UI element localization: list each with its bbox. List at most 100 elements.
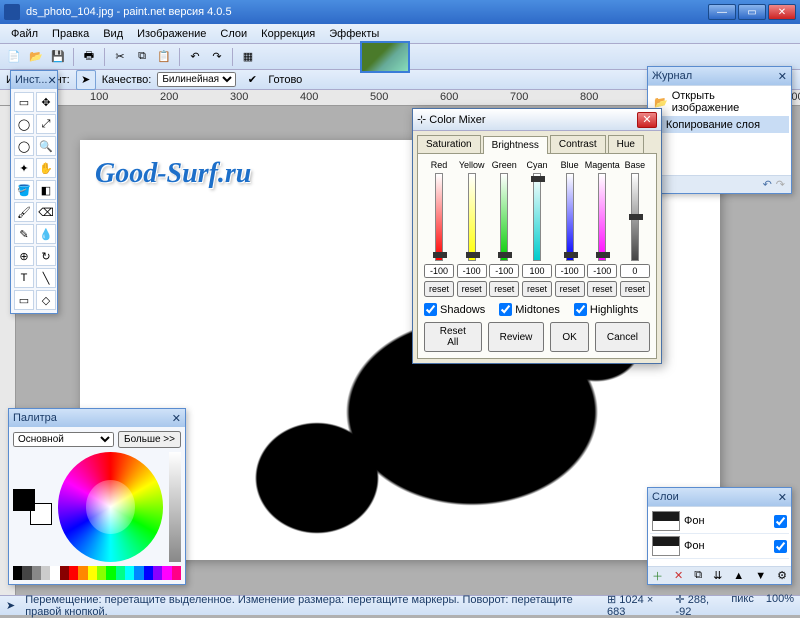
palette-panel-header[interactable]: Палитра✕ bbox=[9, 409, 185, 427]
tools-panel-header[interactable]: Инст...✕ bbox=[11, 71, 57, 89]
color-swatch[interactable] bbox=[13, 489, 52, 525]
redo-icon[interactable]: ↷ bbox=[776, 178, 785, 191]
tool-zoom[interactable]: 🔍 bbox=[36, 136, 56, 156]
slider-handle[interactable] bbox=[564, 252, 578, 258]
slider-handle[interactable] bbox=[466, 252, 480, 258]
tool-lasso[interactable]: ◯ bbox=[14, 114, 34, 134]
cut-icon[interactable]: ✂ bbox=[110, 47, 130, 67]
shadows-checkbox[interactable]: Shadows bbox=[424, 303, 485, 316]
slider-reset-button[interactable]: reset bbox=[555, 281, 585, 297]
value-slider[interactable] bbox=[169, 452, 181, 562]
strip-swatch[interactable] bbox=[106, 566, 115, 580]
active-tool-icon[interactable]: ➤ bbox=[76, 70, 96, 90]
slider-value-input[interactable] bbox=[555, 264, 585, 278]
strip-swatch[interactable] bbox=[88, 566, 97, 580]
tool-eraser[interactable]: ⌫ bbox=[36, 202, 56, 222]
tool-text[interactable]: T bbox=[14, 268, 34, 288]
slider-value-input[interactable] bbox=[457, 264, 487, 278]
tool-line[interactable]: ╲ bbox=[36, 268, 56, 288]
slider-value-input[interactable] bbox=[489, 264, 519, 278]
tool-fill[interactable]: 🪣 bbox=[14, 180, 34, 200]
tool-pencil[interactable]: ✎ bbox=[14, 224, 34, 244]
tool-ellipse-sel[interactable]: ◯ bbox=[14, 136, 34, 156]
slider-reset-button[interactable]: reset bbox=[457, 281, 487, 297]
tab-contrast[interactable]: Contrast bbox=[550, 135, 606, 153]
strip-swatch[interactable] bbox=[60, 566, 69, 580]
add-layer-icon[interactable]: ＋ bbox=[652, 568, 663, 584]
quality-select[interactable]: Билинейная bbox=[157, 72, 236, 87]
color-wheel[interactable] bbox=[58, 452, 164, 562]
document-thumbnail[interactable] bbox=[360, 41, 410, 73]
strip-swatch[interactable] bbox=[78, 566, 87, 580]
strip-swatch[interactable] bbox=[125, 566, 134, 580]
strip-swatch[interactable] bbox=[162, 566, 171, 580]
merge-layer-icon[interactable]: ⇊ bbox=[713, 569, 722, 582]
strip-swatch[interactable] bbox=[13, 566, 22, 580]
move-up-icon[interactable]: ▲ bbox=[733, 570, 744, 582]
tool-brush[interactable]: 🖌 bbox=[14, 202, 34, 222]
review-button[interactable]: Review bbox=[488, 322, 545, 352]
slider-track[interactable] bbox=[500, 173, 508, 261]
tab-brightness[interactable]: Brightness bbox=[483, 136, 548, 154]
undo-icon[interactable]: ↶ bbox=[185, 47, 205, 67]
maximize-button[interactable]: ▭ bbox=[738, 4, 766, 20]
slider-value-input[interactable] bbox=[620, 264, 650, 278]
close-icon[interactable]: ✕ bbox=[172, 412, 181, 425]
tool-select-rect[interactable]: ▭ bbox=[14, 92, 34, 112]
menu-effects[interactable]: Эффекты bbox=[322, 26, 386, 42]
midtones-checkbox[interactable]: Midtones bbox=[499, 303, 560, 316]
finish-icon[interactable]: ✔ bbox=[242, 70, 262, 90]
foreground-color[interactable] bbox=[13, 489, 35, 511]
grid-icon[interactable]: ▦ bbox=[238, 47, 258, 67]
open-icon[interactable]: 📂 bbox=[26, 47, 46, 67]
color-mixer-dialog[interactable]: ⊹ Color Mixer ✕ Saturation Brightness Co… bbox=[412, 108, 662, 364]
layers-panel-header[interactable]: Слои✕ bbox=[648, 488, 791, 506]
slider-reset-button[interactable]: reset bbox=[620, 281, 650, 297]
slider-reset-button[interactable]: reset bbox=[587, 281, 617, 297]
slider-handle[interactable] bbox=[596, 252, 610, 258]
move-down-icon[interactable]: ▼ bbox=[755, 570, 766, 582]
copy-icon[interactable]: ⧉ bbox=[132, 47, 152, 67]
strip-swatch[interactable] bbox=[153, 566, 162, 580]
strip-swatch[interactable] bbox=[172, 566, 181, 580]
tab-saturation[interactable]: Saturation bbox=[417, 135, 481, 153]
slider-handle[interactable] bbox=[629, 214, 643, 220]
layer-visible-checkbox[interactable] bbox=[774, 540, 787, 553]
tools-panel[interactable]: Инст...✕ ▭ ✥ ◯ ⤢ ◯ 🔍 ✦ ✋ 🪣 ◧ 🖌 ⌫ ✎ 💧 ⊕ ↻… bbox=[10, 70, 58, 314]
delete-layer-icon[interactable]: ✕ bbox=[674, 569, 683, 582]
strip-swatch[interactable] bbox=[116, 566, 125, 580]
tool-clone[interactable]: ⊕ bbox=[14, 246, 34, 266]
slider-value-input[interactable] bbox=[522, 264, 552, 278]
strip-swatch[interactable] bbox=[144, 566, 153, 580]
slider-reset-button[interactable]: reset bbox=[424, 281, 454, 297]
tool-pan[interactable]: ✋ bbox=[36, 158, 56, 178]
slider-value-input[interactable] bbox=[424, 264, 454, 278]
more-button[interactable]: Больше >> bbox=[118, 431, 181, 448]
color-strip[interactable] bbox=[13, 566, 181, 580]
color-mode-select[interactable]: Основной bbox=[13, 432, 114, 447]
new-icon[interactable]: 📄 bbox=[4, 47, 24, 67]
close-icon[interactable]: ✕ bbox=[778, 491, 787, 504]
menu-image[interactable]: Изображение bbox=[130, 26, 213, 42]
duplicate-layer-icon[interactable]: ⧉ bbox=[694, 569, 702, 582]
dialog-close-button[interactable]: ✕ bbox=[637, 112, 657, 128]
history-item[interactable]: ⧉Копирование слоя bbox=[650, 116, 789, 133]
strip-swatch[interactable] bbox=[69, 566, 78, 580]
menu-edit[interactable]: Правка bbox=[45, 26, 96, 42]
layer-item[interactable]: Фон bbox=[650, 509, 789, 534]
slider-track[interactable] bbox=[631, 173, 639, 261]
strip-swatch[interactable] bbox=[97, 566, 106, 580]
tool-gradient[interactable]: ◧ bbox=[36, 180, 56, 200]
layer-visible-checkbox[interactable] bbox=[774, 515, 787, 528]
slider-track[interactable] bbox=[468, 173, 476, 261]
close-button[interactable]: ✕ bbox=[768, 4, 796, 20]
tool-rect[interactable]: ▭ bbox=[14, 290, 34, 310]
menu-file[interactable]: Файл bbox=[4, 26, 45, 42]
slider-handle[interactable] bbox=[531, 176, 545, 182]
slider-track[interactable] bbox=[435, 173, 443, 261]
tool-shapes[interactable]: ◇ bbox=[36, 290, 56, 310]
slider-reset-button[interactable]: reset bbox=[522, 281, 552, 297]
reset-all-button[interactable]: Reset All bbox=[424, 322, 482, 352]
slider-track[interactable] bbox=[598, 173, 606, 261]
properties-icon[interactable]: ⚙ bbox=[777, 569, 787, 582]
